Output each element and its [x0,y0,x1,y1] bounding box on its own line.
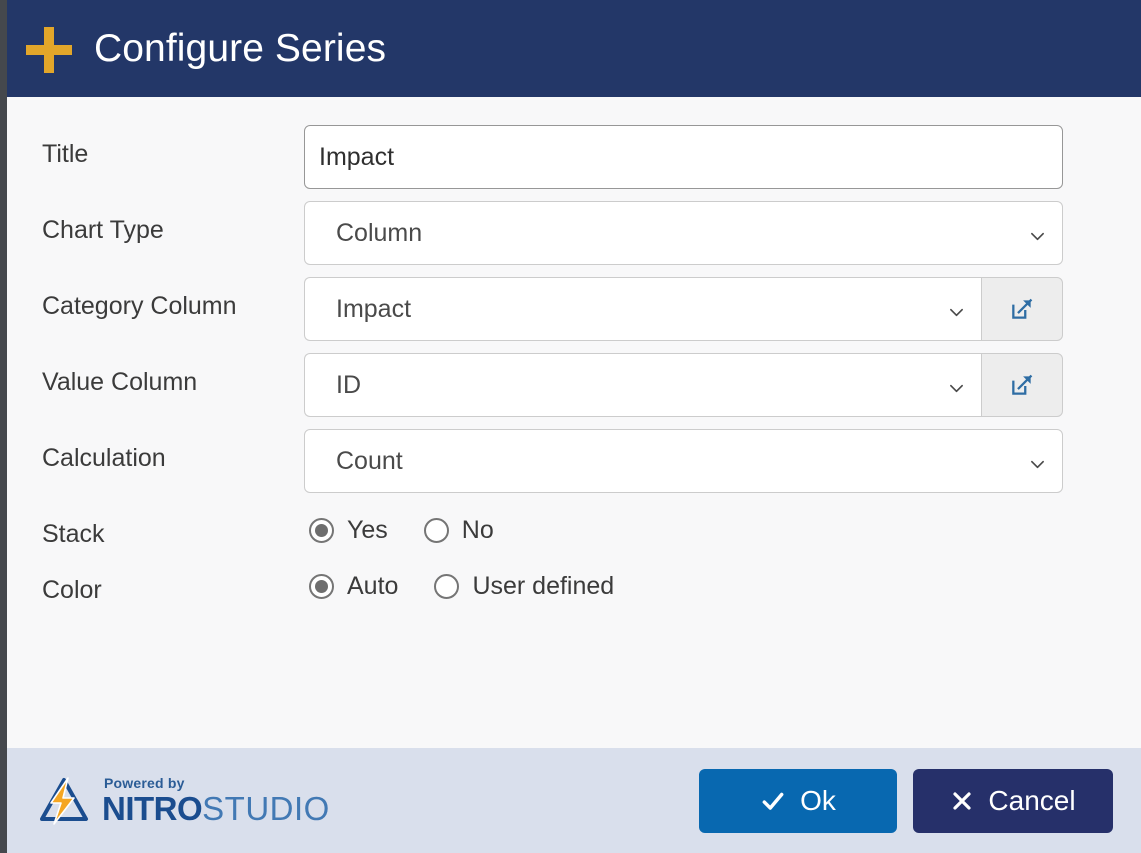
category-column-value: Impact [336,294,412,323]
radio-mark-icon [434,573,460,599]
stack-radio-group: Yes No [304,505,1063,545]
field-color: Auto User defined [304,561,1063,601]
field-stack: Yes No [304,505,1063,545]
field-chart-type: Column [304,201,1063,265]
color-radio-user-defined-label: User defined [472,571,615,600]
plus-icon [26,26,72,73]
radio-mark-icon [309,518,334,543]
label-color: Color [42,575,102,604]
chevron-down-icon [1030,229,1045,244]
title-input[interactable] [304,125,1063,189]
chart-type-select-wrap: Column [304,201,1063,265]
form-row-calculation: Calculation Count [42,429,1063,493]
calculation-select-wrap: Count [304,429,1063,493]
category-column-select-wrap: Impact [304,277,1063,341]
external-link-icon [1009,372,1035,398]
field-category-column: Impact [304,277,1063,341]
cancel-button-label: Cancel [988,784,1076,816]
form-row-chart-type: Chart Type Column [42,201,1063,265]
label-value-column: Value Column [42,368,198,396]
chevron-down-icon [1030,457,1045,472]
external-link-icon [1009,296,1035,322]
form-row-color: Color Auto User defined [42,561,1063,605]
color-radio-auto[interactable]: Auto [309,572,398,601]
brand-name-nitro: NITRO [102,790,203,827]
form-body: Title Chart Type Column Ca [0,97,1141,748]
dialog-footer: Powered by NITROSTUDIO Ok Cancel [0,748,1141,853]
close-icon [950,789,974,813]
nitro-studio-wordmark: Powered by NITROSTUDIO [102,776,330,825]
value-column-value: ID [336,370,361,399]
brand-name: NITROSTUDIO [102,792,330,825]
ok-button[interactable]: Ok [699,768,897,833]
stack-radio-yes[interactable]: Yes [309,516,388,545]
color-radio-auto-label: Auto [347,571,399,600]
field-title [304,125,1063,189]
page-title: Configure Series [94,27,387,70]
color-radio-group: Auto User defined [304,561,1063,601]
value-column-select[interactable]: ID [304,353,981,417]
check-icon [760,788,786,814]
radio-mark-icon [309,573,334,599]
form-row-title: Title [42,125,1063,189]
category-column-open-button[interactable] [981,277,1063,341]
chart-type-value: Column [336,218,423,247]
window-frame-edge [0,0,7,853]
stack-radio-no-label: No [461,516,494,544]
color-radio-user-defined[interactable]: User defined [434,572,614,601]
stack-radio-no[interactable]: No [423,516,494,545]
radio-mark-icon [423,518,449,543]
form-row-category-column: Category Column Impact [42,277,1063,341]
label-calculation: Calculation [42,444,166,472]
calculation-select[interactable]: Count [304,429,1063,493]
form-row-stack: Stack Yes No [42,505,1063,549]
dialog-titlebar: Configure Series [0,0,1141,97]
value-column-open-button[interactable] [981,353,1063,417]
chevron-down-icon [949,381,964,396]
form-row-value-column: Value Column ID [42,353,1063,417]
category-column-select[interactable]: Impact [304,277,981,341]
configure-series-dialog: Configure Series Title Chart Type Column [0,0,1141,853]
label-category-column: Category Column [42,292,237,320]
stack-radio-yes-label: Yes [347,516,388,544]
powered-by-label: Powered by [104,775,185,791]
label-title: Title [42,140,89,168]
field-value-column: ID [304,353,1063,417]
cancel-button[interactable]: Cancel [913,768,1113,833]
brand-name-studio: STUDIO [202,790,330,827]
nitro-studio-branding: Powered by NITROSTUDIO [34,775,330,827]
field-calculation: Count [304,429,1063,493]
calculation-value: Count [336,446,403,475]
ok-button-label: Ok [800,784,836,816]
label-stack: Stack [42,520,105,548]
label-chart-type: Chart Type [42,216,164,244]
value-column-select-wrap: ID [304,353,1063,417]
nitro-lightning-logo-icon [34,775,92,827]
chevron-down-icon [949,305,964,320]
chart-type-select[interactable]: Column [304,201,1063,265]
